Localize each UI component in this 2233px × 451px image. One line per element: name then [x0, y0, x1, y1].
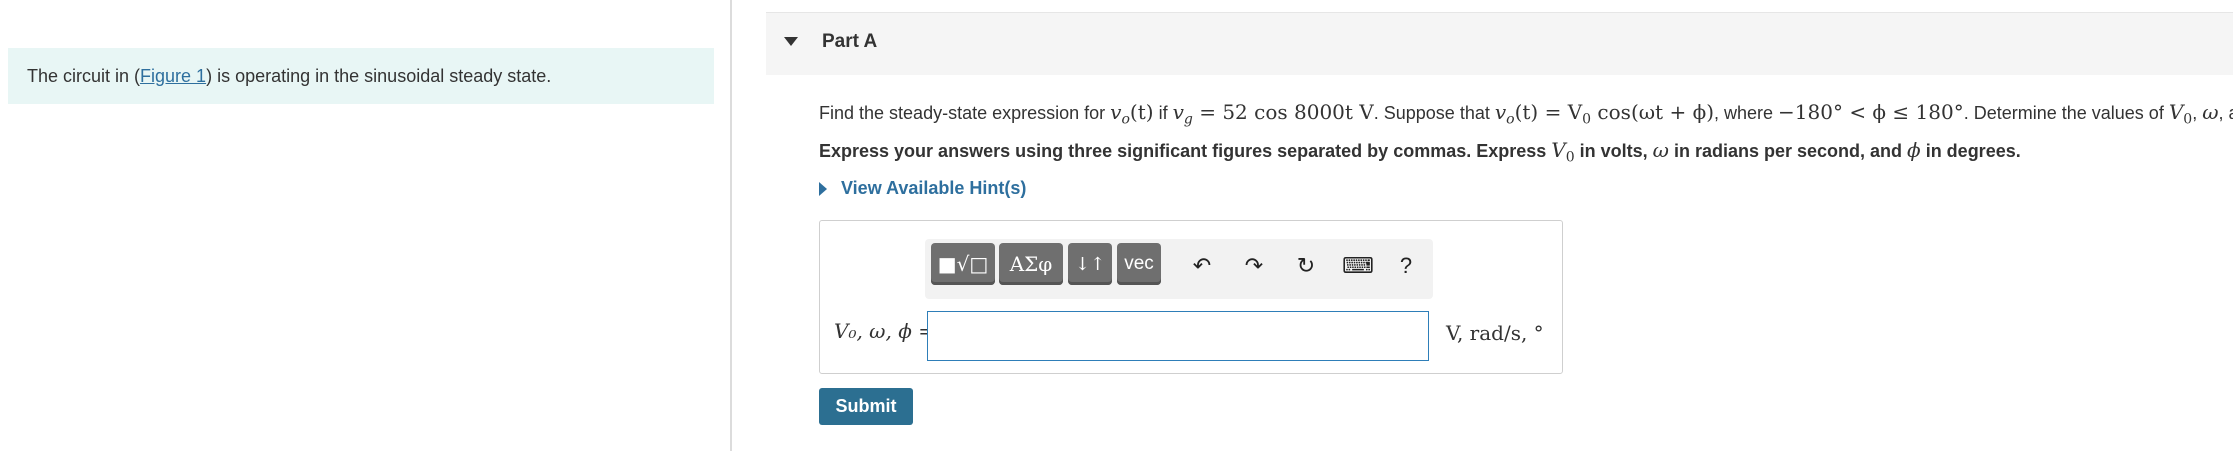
subscript-superscript-button[interactable]: ↓↑ — [1068, 243, 1112, 285]
figure-link[interactable]: Figure 1 — [140, 66, 206, 87]
left-pane: The circuit in (Figure 1) is operating i… — [0, 0, 730, 451]
answer-instructions: Express your answers using three signifi… — [819, 138, 2021, 166]
view-hints-toggle[interactable]: View Available Hint(s) — [819, 178, 1026, 199]
answer-input[interactable] — [927, 311, 1429, 361]
math-toolbar: ■√□ ΑΣφ ↓↑ vec ↶ ↷ ↻ ⌨ ? — [925, 239, 1433, 299]
arrows-icon: ↓↑ — [1074, 253, 1106, 275]
submit-button[interactable]: Submit — [819, 388, 913, 425]
reset-icon[interactable]: ↻ — [1291, 251, 1321, 281]
intro-prefix: The circuit in ( — [27, 65, 141, 86]
keyboard-icon[interactable]: ⌨ — [1342, 251, 1374, 281]
hint-label: View Available Hint(s) — [841, 178, 1027, 198]
undo-icon[interactable]: ↶ — [1187, 251, 1217, 281]
answer-variables-label: V₀, ω, ϕ = — [834, 319, 935, 343]
part-title: Part A — [822, 31, 878, 52]
redo-icon[interactable]: ↷ — [1239, 251, 1269, 281]
vector-button[interactable]: vec — [1117, 243, 1161, 285]
answer-units: V, rad/s, ° — [1446, 321, 1544, 345]
problem-intro: The circuit in (Figure 1) is operating i… — [8, 48, 714, 104]
answer-box: ■√□ ΑΣφ ↓↑ vec ↶ ↷ ↻ ⌨ ? V₀, ω, ϕ = V, r… — [819, 220, 1563, 374]
templates-icon: ■√□ — [937, 252, 989, 276]
part-a-header[interactable]: Part A — [766, 12, 2233, 75]
greek-symbols-button[interactable]: ΑΣφ — [999, 243, 1063, 285]
pane-divider[interactable] — [730, 0, 732, 451]
caret-right-icon — [819, 181, 827, 196]
intro-suffix: ) is operating in the sinusoidal steady … — [206, 65, 552, 86]
templates-button[interactable]: ■√□ — [931, 243, 995, 285]
caret-down-icon[interactable] — [784, 37, 798, 46]
question-text: Find the steady-state expression for vo(… — [819, 100, 2233, 128]
help-icon[interactable]: ? — [1391, 251, 1421, 281]
